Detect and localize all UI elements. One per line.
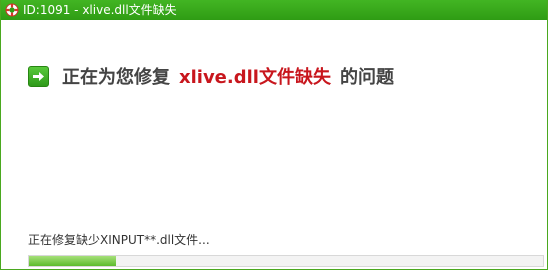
window-title: ID:1091 - xlive.dll文件缺失 (23, 3, 177, 17)
progress-bar (28, 255, 544, 267)
progress-fill (29, 256, 117, 266)
repair-window: ID:1091 - xlive.dll文件缺失 正在为您修复 xlive.dll… (0, 0, 548, 270)
title-bar[interactable]: ID:1091 - xlive.dll文件缺失 (1, 0, 547, 20)
headline-error-name: xlive.dll文件缺失 (179, 67, 331, 88)
lifebuoy-icon (5, 3, 19, 17)
status-text: 正在修复缺少XINPUT**.dll文件... (28, 233, 210, 247)
repair-headline: 正在为您修复 xlive.dll文件缺失 的问题 (28, 63, 394, 89)
arrow-right-icon (28, 65, 49, 87)
headline-prefix: 正在为您修复 (62, 67, 170, 88)
headline-suffix: 的问题 (339, 67, 394, 88)
